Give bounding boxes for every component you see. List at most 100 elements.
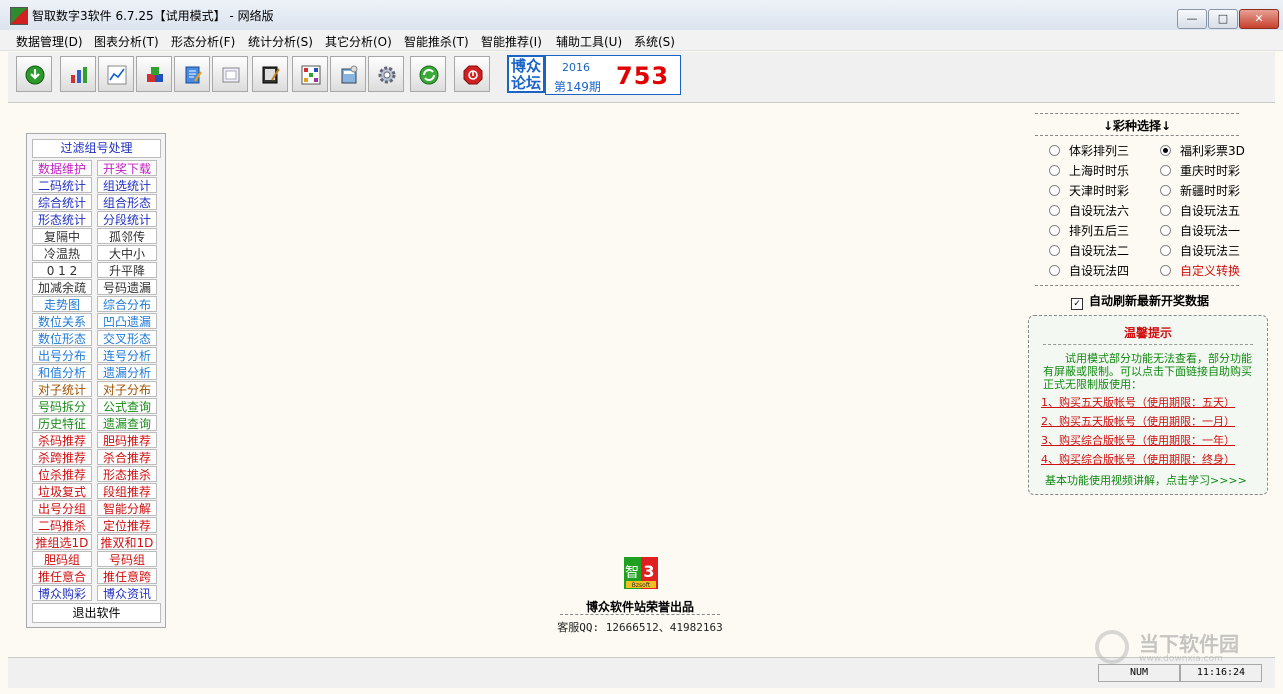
function-button[interactable]: 对子统计 (32, 381, 92, 397)
function-button[interactable]: 智能分解 (97, 500, 157, 516)
function-button[interactable]: 号码组 (97, 551, 157, 567)
function-button[interactable]: 杀合推荐 (97, 449, 157, 465)
function-button[interactable]: 形态推杀 (97, 466, 157, 482)
function-button[interactable]: 数据维护 (32, 160, 92, 176)
video-tutorial-link[interactable]: 基本功能使用视频讲解，点击学习>>>> (1045, 472, 1247, 488)
function-button[interactable]: 孤邻传 (97, 228, 157, 244)
function-button[interactable]: 连号分析 (97, 347, 157, 363)
function-button[interactable]: 交叉形态 (97, 330, 157, 346)
function-button[interactable]: 杀跨推荐 (32, 449, 92, 465)
function-button[interactable]: 升平降 (97, 262, 157, 278)
function-button[interactable]: 定位推荐 (97, 517, 157, 533)
function-button[interactable]: 分段统计 (97, 211, 157, 227)
function-button[interactable]: 二码推杀 (32, 517, 92, 533)
lottery-option[interactable]: 体彩排列三 (1049, 142, 1129, 159)
tablet-button[interactable] (252, 56, 288, 92)
buy-link-1month[interactable]: 2、购买五天版帐号（使用期限：一月） (1041, 413, 1253, 429)
function-button[interactable]: 推任意合 (32, 568, 92, 584)
calculator-button[interactable] (330, 56, 366, 92)
auto-refresh-checkbox[interactable]: ✓ 自动刷新最新开奖数据 (1071, 292, 1209, 310)
function-button[interactable]: 和值分析 (32, 364, 92, 380)
menu-other-analysis[interactable]: 其它分析(O) (325, 33, 392, 50)
picture-button[interactable] (212, 56, 248, 92)
function-button[interactable]: 公式查询 (97, 398, 157, 414)
menu-smart-kill[interactable]: 智能推杀(T) (404, 33, 469, 50)
filter-group-header[interactable]: 过滤组号处理 (32, 139, 161, 158)
function-button[interactable]: 历史特征 (32, 415, 92, 431)
maximize-button[interactable]: □ (1208, 9, 1238, 29)
function-button[interactable]: 复隔中 (32, 228, 92, 244)
function-button[interactable]: 胆码组 (32, 551, 92, 567)
lottery-option[interactable]: 新疆时时彩 (1160, 182, 1240, 199)
buy-link-5day[interactable]: 1、购买五天版帐号（使用期限：五天） (1041, 394, 1253, 410)
function-button[interactable]: 胆码推荐 (97, 432, 157, 448)
function-button[interactable]: 遗漏分析 (97, 364, 157, 380)
chart-bar-button[interactable] (60, 56, 96, 92)
function-button[interactable]: 垃圾复式 (32, 483, 92, 499)
function-button[interactable]: 走势图 (32, 296, 92, 312)
grid-chart-button[interactable] (292, 56, 328, 92)
lottery-option[interactable]: 自设玩法六 (1049, 202, 1129, 219)
close-button[interactable]: ✕ (1239, 9, 1279, 29)
lottery-option[interactable]: 自设玩法二 (1049, 242, 1129, 259)
function-button[interactable]: 开奖下载 (97, 160, 157, 176)
function-button[interactable]: 数位关系 (32, 313, 92, 329)
stop-button[interactable] (454, 56, 490, 92)
function-button[interactable]: 博众资讯 (97, 585, 157, 601)
minimize-button[interactable]: — (1177, 9, 1207, 29)
buy-link-lifetime[interactable]: 4、购买综合版帐号（使用期限：终身） (1041, 451, 1253, 467)
refresh-button[interactable] (410, 56, 446, 92)
menu-stats-analysis[interactable]: 统计分析(S) (248, 33, 313, 50)
function-button[interactable]: 出号分组 (32, 500, 92, 516)
function-button[interactable]: 号码拆分 (32, 398, 92, 414)
menu-chart-analysis[interactable]: 图表分析(T) (94, 33, 159, 50)
function-button[interactable]: 遗漏查询 (97, 415, 157, 431)
lottery-option[interactable]: 自设玩法五 (1160, 202, 1240, 219)
function-button[interactable]: 段组推荐 (97, 483, 157, 499)
lottery-option[interactable]: 天津时时彩 (1049, 182, 1129, 199)
buy-link-1year[interactable]: 3、购买综合版帐号（使用期限：一年） (1041, 432, 1253, 448)
menu-data-management[interactable]: 数据管理(D) (16, 33, 83, 50)
lottery-option[interactable]: 排列五后三 (1049, 222, 1129, 239)
function-button[interactable]: 位杀推荐 (32, 466, 92, 482)
lottery-option[interactable]: 自设玩法一 (1160, 222, 1240, 239)
function-button[interactable]: 综合分布 (97, 296, 157, 312)
notepad-button[interactable] (174, 56, 210, 92)
gear-button[interactable] (368, 56, 404, 92)
menu-form-analysis[interactable]: 形态分析(F) (171, 33, 235, 50)
lottery-option[interactable]: 上海时时乐 (1049, 162, 1129, 179)
menu-tools[interactable]: 辅助工具(U) (556, 33, 622, 50)
lottery-option[interactable]: 重庆时时彩 (1160, 162, 1240, 179)
function-button[interactable]: 推组选1D (32, 534, 92, 550)
function-button[interactable]: 博众购彩 (32, 585, 92, 601)
menu-smart-recommend[interactable]: 智能推荐(I) (481, 33, 542, 50)
function-button[interactable]: 大中小 (97, 245, 157, 261)
function-button[interactable]: 0 1 2 (32, 262, 92, 278)
function-button[interactable]: 杀码推荐 (32, 432, 92, 448)
function-button[interactable]: 组合形态 (97, 194, 157, 210)
function-button[interactable]: 冷温热 (32, 245, 92, 261)
function-button[interactable]: 推双和1D (97, 534, 157, 550)
cubes-button[interactable] (136, 56, 172, 92)
function-button[interactable]: 综合统计 (32, 194, 92, 210)
forum-link[interactable]: 博众 论坛 (507, 55, 545, 93)
line-chart-button[interactable] (98, 56, 134, 92)
function-button[interactable]: 对子分布 (97, 381, 157, 397)
exit-software-button[interactable]: 退出软件 (32, 603, 161, 623)
function-button[interactable]: 二码统计 (32, 177, 92, 193)
function-button[interactable]: 数位形态 (32, 330, 92, 346)
function-button[interactable]: 形态统计 (32, 211, 92, 227)
function-button[interactable]: 出号分布 (32, 347, 92, 363)
lottery-option[interactable]: 自定义转换 (1160, 262, 1240, 279)
function-button[interactable]: 组选统计 (97, 177, 157, 193)
function-button[interactable]: 加减余疏 (32, 279, 92, 295)
function-button[interactable]: 号码遗漏 (97, 279, 157, 295)
menu-system[interactable]: 系统(S) (634, 33, 675, 50)
lottery-option[interactable]: 自设玩法四 (1049, 262, 1129, 279)
support-qq: 客服QQ: 12666512、41982163 (557, 621, 723, 634)
lottery-option[interactable]: 福利彩票3D (1160, 142, 1245, 159)
function-button[interactable]: 推任意跨 (97, 568, 157, 584)
download-button[interactable] (16, 56, 52, 92)
lottery-option[interactable]: 自设玩法三 (1160, 242, 1240, 259)
function-button[interactable]: 凹凸遗漏 (97, 313, 157, 329)
